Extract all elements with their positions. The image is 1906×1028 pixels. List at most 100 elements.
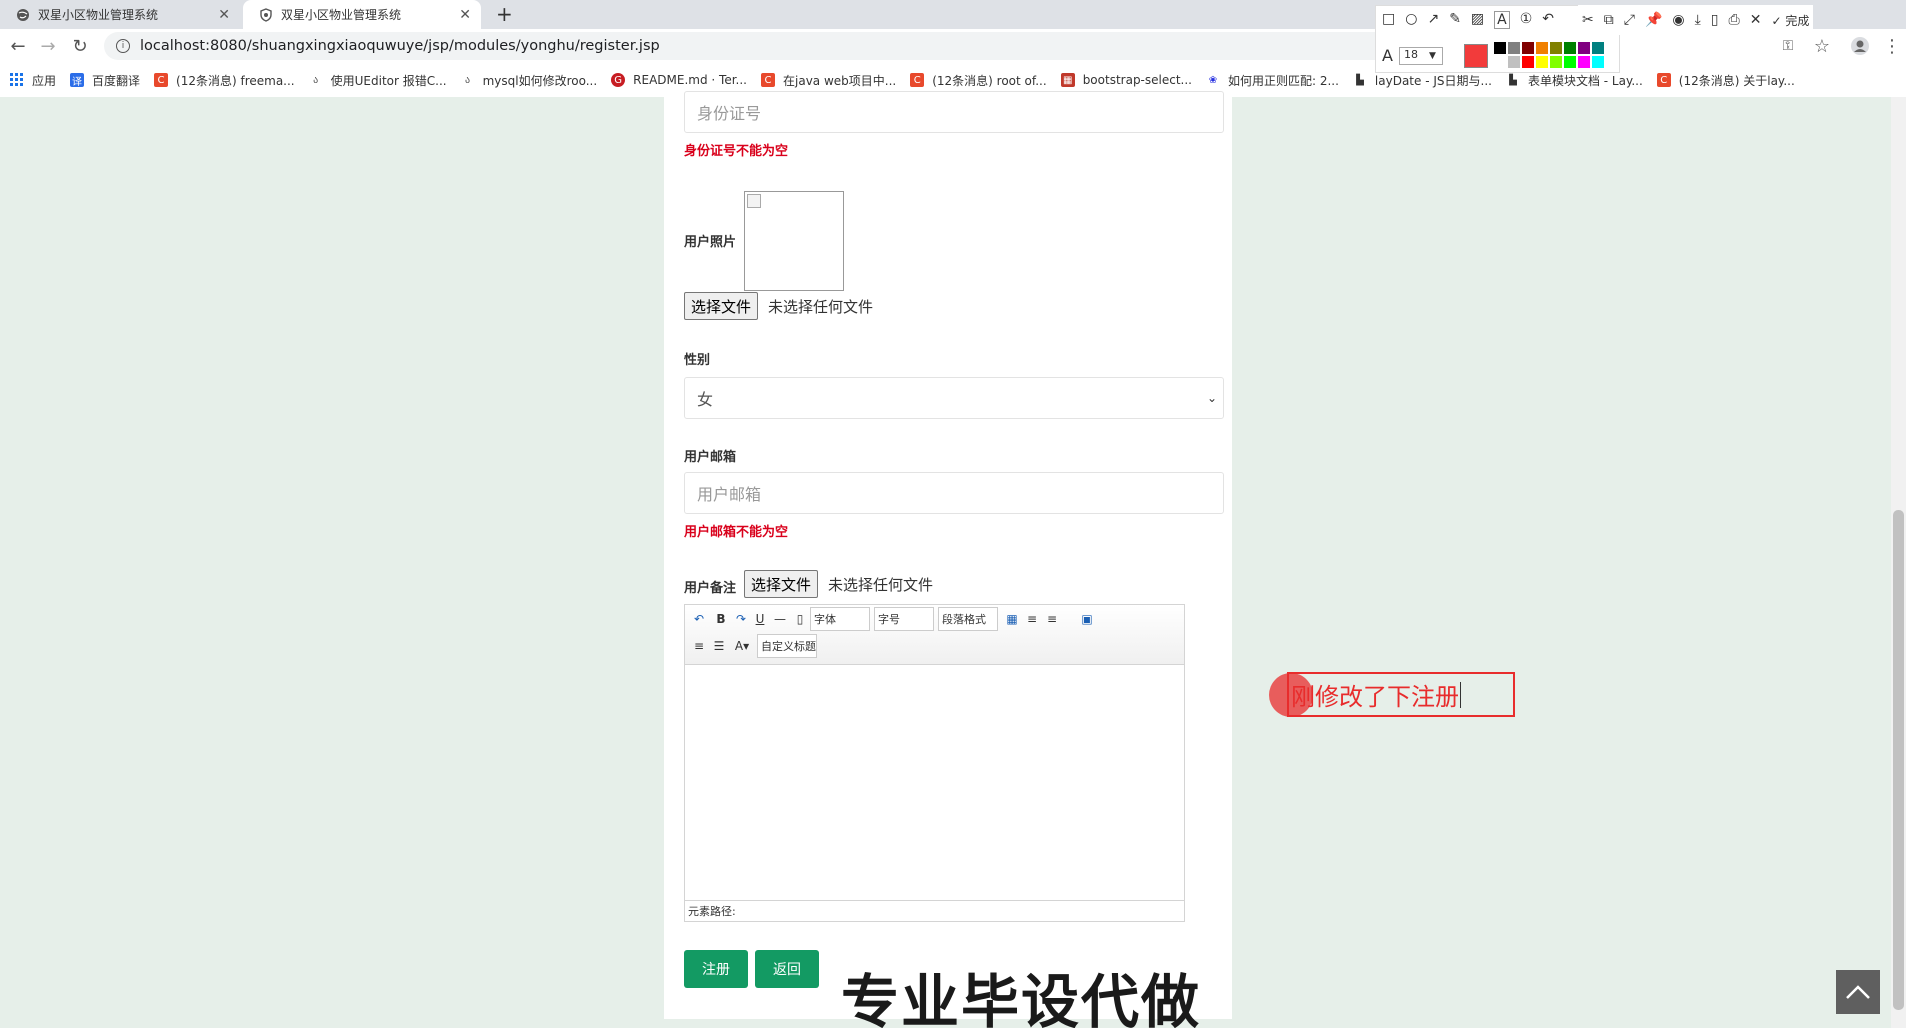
bookmark-item[interactable]: C (12条消息) root of... xyxy=(910,72,1047,89)
bookmark-apps[interactable]: 应用 xyxy=(10,72,56,89)
bookmark-save-icon[interactable]: ⎙ xyxy=(1729,12,1740,28)
font-family-select[interactable]: 字体 xyxy=(810,607,870,631)
email-input[interactable]: 用户邮箱 xyxy=(684,472,1224,514)
color-swatch[interactable] xyxy=(1494,42,1506,54)
bookmark-item[interactable]: C (12条消息) 关于lay... xyxy=(1656,72,1795,89)
close-tab-icon[interactable]: ✕ xyxy=(218,7,230,23)
color-swatch[interactable] xyxy=(1508,56,1520,68)
gender-select[interactable]: 女 ⌄ xyxy=(684,377,1224,419)
redo-icon[interactable]: ↷ xyxy=(732,610,750,628)
bookmark-item[interactable]: ა 使用UEditor 报错C... xyxy=(309,72,446,89)
close-tab-icon[interactable]: ✕ xyxy=(459,7,471,23)
align-justify-icon[interactable]: ☰ xyxy=(710,637,728,655)
forward-icon[interactable]: → xyxy=(36,34,60,58)
color-swatch[interactable] xyxy=(1536,42,1548,54)
align-left-icon[interactable]: ≡ xyxy=(1023,610,1041,628)
site-info-icon[interactable]: i xyxy=(116,39,130,53)
font-color-icon[interactable]: A▾ xyxy=(730,637,754,655)
remark-file-button[interactable]: 选择文件 xyxy=(744,570,819,598)
address-bar[interactable]: i localhost:8080/shuangxingxiaoquwuye/js… xyxy=(104,32,1404,60)
bookmark-item[interactable]: 译百度翻译 xyxy=(70,72,140,89)
font-size-select[interactable]: 18 xyxy=(1398,46,1443,65)
scissors-icon[interactable]: ✂ xyxy=(1582,12,1594,28)
shield-icon xyxy=(259,7,273,22)
bookmark-item[interactable]: ა mysql如何修改roo... xyxy=(461,72,597,89)
bookmark-label: layDate - JS日期与... xyxy=(1374,73,1492,88)
color-swatch[interactable] xyxy=(1578,56,1590,68)
custom-title-select[interactable]: 自定义标题 xyxy=(757,634,817,658)
bookmark-item[interactable]: G README.md · Ter... xyxy=(611,73,747,87)
bookmark-item[interactable]: ▦ bootstrap-select... xyxy=(1060,73,1192,87)
tab-inactive[interactable]: 双星小区物业管理系统 ✕ xyxy=(0,0,240,29)
back-button[interactable]: 返回 xyxy=(755,950,819,988)
fullscreen-icon[interactable]: ▣ xyxy=(1078,610,1096,628)
done-button[interactable]: ✓ 完成 xyxy=(1771,12,1809,29)
bookmark-item[interactable]: C (12条消息) freema... xyxy=(154,72,295,89)
expand-icon[interactable]: ⤢ xyxy=(1624,12,1635,28)
user-photo-preview xyxy=(744,191,844,291)
record-icon[interactable]: ◉ xyxy=(1672,12,1684,28)
color-swatch[interactable] xyxy=(1564,56,1576,68)
color-swatch[interactable] xyxy=(1508,42,1520,54)
copy-icon[interactable]: ⧉ xyxy=(1604,12,1614,28)
star-icon[interactable]: ☆ xyxy=(1810,34,1834,58)
color-swatch[interactable] xyxy=(1536,56,1548,68)
color-swatch[interactable] xyxy=(1522,42,1534,54)
number-marker-icon[interactable]: ① xyxy=(1520,11,1533,29)
bookmark-label: (12条消息) root of... xyxy=(932,73,1047,88)
underline-icon[interactable]: U xyxy=(751,610,769,628)
table-icon[interactable]: ▦ xyxy=(1003,610,1021,628)
close-icon[interactable]: ✕ xyxy=(1750,12,1762,28)
color-swatch[interactable] xyxy=(1592,42,1604,54)
bookmark-item[interactable]: ▙ 表单模块文档 - Lay... xyxy=(1506,72,1643,89)
document-icon[interactable]: ▯ xyxy=(791,610,809,628)
align-center-icon[interactable]: ≡ xyxy=(690,637,708,655)
bookmark-item[interactable]: ❀ 如何用正则匹配: 2... xyxy=(1206,72,1339,89)
register-button[interactable]: 注册 xyxy=(684,950,748,988)
remark-file-status: 未选择任何文件 xyxy=(828,576,934,594)
key-icon[interactable]: ⚿ xyxy=(1776,34,1800,58)
element-path-bar: 元素路径: xyxy=(685,900,1184,921)
bookmark-item[interactable]: ▙ layDate - JS日期与... xyxy=(1353,72,1492,89)
profile-icon[interactable] xyxy=(1848,34,1872,58)
back-icon[interactable]: ← xyxy=(6,34,30,58)
bold-icon[interactable]: B xyxy=(712,610,730,628)
horizontal-rule-icon[interactable]: — xyxy=(771,610,789,628)
align-right-icon[interactable]: ≡ xyxy=(1043,610,1061,628)
scrollbar-thumb[interactable] xyxy=(1893,510,1904,1010)
mosaic-icon[interactable]: ▨ xyxy=(1471,11,1484,29)
color-swatch[interactable] xyxy=(1592,56,1604,68)
ellipse-icon[interactable]: ○ xyxy=(1405,11,1417,29)
download-icon[interactable]: ⤓ xyxy=(1695,12,1701,28)
color-swatch[interactable] xyxy=(1522,56,1534,68)
phone-icon[interactable]: ▯ xyxy=(1711,12,1719,28)
menu-kebab-icon[interactable]: ⋮ xyxy=(1880,34,1904,58)
undo-icon[interactable]: ↶ xyxy=(690,610,708,628)
idcard-input[interactable]: 身份证号 xyxy=(684,91,1224,133)
color-swatch[interactable] xyxy=(1564,42,1576,54)
pencil-icon[interactable]: ✎ xyxy=(1449,11,1461,29)
arrow-icon[interactable]: ↗ xyxy=(1427,11,1439,29)
font-size-select[interactable]: 字号 xyxy=(874,607,934,631)
csdn-icon: C xyxy=(910,73,925,87)
paragraph-format-select[interactable]: 段落格式 xyxy=(938,607,998,631)
color-swatch[interactable] xyxy=(1550,42,1562,54)
pin-icon[interactable]: 📌 xyxy=(1645,12,1662,28)
annotation-textbox[interactable]: 刚修改了下注册 xyxy=(1287,672,1515,717)
reload-icon[interactable]: ↻ xyxy=(68,34,92,58)
tab-active[interactable]: 双星小区物业管理系统 ✕ xyxy=(243,0,481,29)
undo-icon[interactable]: ↶ xyxy=(1542,11,1554,29)
bookmark-item[interactable]: C 在java web项目中... xyxy=(761,72,896,89)
baidu-icon: ❀ xyxy=(1208,74,1218,86)
gender-value: 女 xyxy=(697,390,714,409)
color-swatch[interactable] xyxy=(1494,56,1506,68)
color-swatch[interactable] xyxy=(1550,56,1562,68)
csdn-icon: C xyxy=(1656,73,1671,87)
back-to-top-button[interactable] xyxy=(1836,970,1880,1014)
rectangle-icon[interactable]: □ xyxy=(1382,11,1395,29)
current-color-swatch[interactable] xyxy=(1464,44,1488,68)
text-tool-icon[interactable]: A xyxy=(1494,11,1510,29)
photo-file-button[interactable]: 选择文件 xyxy=(684,292,759,320)
new-tab-icon[interactable]: + xyxy=(496,2,513,26)
color-swatch[interactable] xyxy=(1578,42,1590,54)
